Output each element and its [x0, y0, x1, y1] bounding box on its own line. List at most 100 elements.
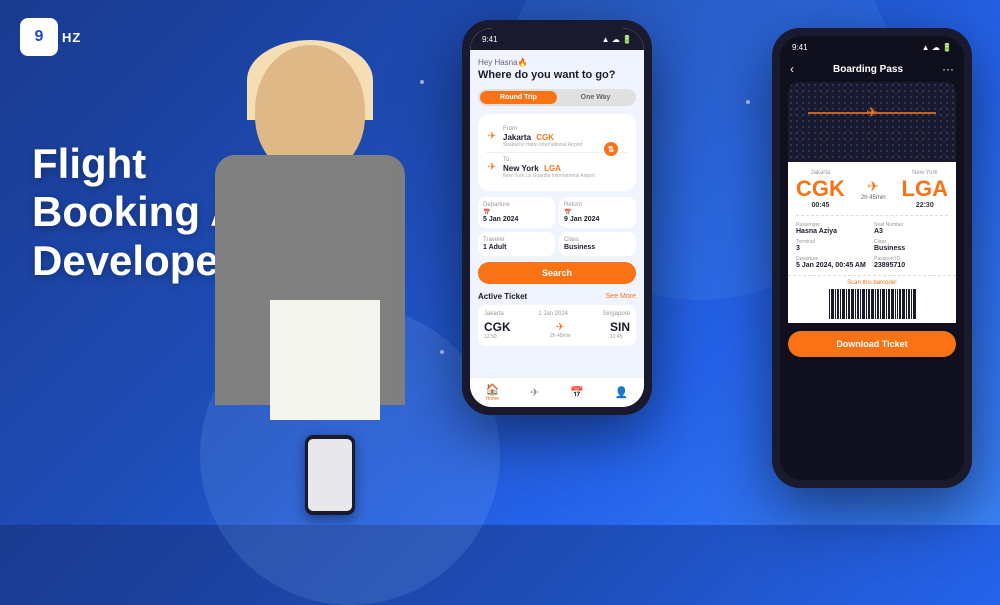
departure-date: 5 Jan 2024 — [483, 216, 550, 223]
barcode-area: Scan this barcode! — [788, 275, 956, 323]
divider-1 — [796, 215, 948, 216]
calendar-icon: 📅 — [570, 386, 584, 399]
departure-date-field[interactable]: Departure 📅 5 Jan 2024 — [478, 197, 555, 228]
flight-icon: ✈ — [530, 386, 539, 399]
ticket-plane-icon: ✈ — [515, 322, 606, 333]
nav-flights[interactable]: ✈ — [530, 386, 539, 399]
ticket-to-code: SIN — [610, 320, 630, 334]
ticket-to-city: Singapore — [603, 311, 630, 317]
one-way-btn[interactable]: One Way — [557, 91, 634, 104]
passport-value: 23895710 — [874, 262, 948, 269]
more-options-button[interactable]: ··· — [942, 62, 954, 76]
phone-search-inner: 9:41 ▲ ☁ 🔋 Hey Hasna🔥 Where do you want … — [470, 28, 644, 407]
nav-home[interactable]: 🏠 Home — [485, 383, 499, 402]
round-trip-btn[interactable]: Round Trip — [480, 91, 557, 104]
bar — [897, 289, 898, 319]
bar — [895, 289, 896, 319]
see-more-link[interactable]: See More — [606, 293, 636, 300]
world-map-bg: ✈ — [788, 82, 956, 162]
airports-row: Jakarta CGK 00:45 ✈ 2h 45min New York LG… — [796, 170, 948, 209]
traveler-value: 1 Adult — [483, 244, 550, 251]
from-plane-icon: ✈ — [486, 131, 498, 143]
bar — [868, 289, 870, 319]
phone1-time: 9:41 — [482, 35, 498, 44]
active-ticket-header: Active Ticket See More — [478, 292, 636, 301]
ticket-date: 1 Jan 2024 — [538, 311, 568, 317]
return-date-field[interactable]: Return 📅 9 Jan 2024 — [559, 197, 636, 228]
from-airport-name: Soekarno Hatto International Airport — [503, 142, 583, 148]
bar — [857, 289, 859, 319]
nav-home-label: Home — [486, 396, 499, 402]
search-question: Where do you want to go? — [478, 69, 636, 81]
star-4 — [746, 100, 750, 104]
person-phone — [305, 435, 355, 515]
return-label: Return — [564, 202, 631, 208]
bar — [835, 289, 836, 319]
active-ticket-label: Active Ticket — [478, 292, 527, 301]
map-plane-icon: ✈ — [866, 104, 878, 121]
bar — [837, 289, 839, 319]
to-label: To — [503, 157, 595, 163]
bar — [831, 289, 834, 319]
bar — [851, 289, 854, 319]
bar — [842, 289, 845, 319]
phone2-icons: ▲ ☁ 🔋 — [922, 43, 952, 52]
bar — [911, 289, 912, 319]
traveler-field[interactable]: Traveler 1 Adult — [478, 232, 555, 256]
to-city-code: New York LGA — [503, 164, 595, 173]
person-torso — [215, 155, 405, 405]
seat-detail: Seat Number A3 — [874, 222, 948, 235]
date-row: Departure 📅 5 Jan 2024 Return 📅 9 Jan 20… — [478, 197, 636, 228]
departure-label: Departure — [483, 202, 550, 208]
bottom-navigation: 🏠 Home ✈ 📅 👤 — [470, 377, 644, 407]
person-body — [195, 25, 435, 525]
flight-info-center: ✈ 2h 45min — [861, 178, 886, 201]
from-city-code: Jakarta CGK — [503, 133, 583, 142]
passport-detail: Passport ID 23895710 — [874, 256, 948, 269]
person-image — [155, 0, 475, 525]
phone-boarding-pass: 9:41 ▲ ☁ 🔋 ‹ Boarding Pass ··· ✈ Jakarta… — [772, 28, 972, 488]
bar — [866, 289, 867, 319]
bar — [848, 289, 850, 319]
home-icon: 🏠 — [485, 383, 499, 396]
nav-profile[interactable]: 👤 — [615, 386, 629, 399]
to-field: To New York LGA New York La Guardia Inte… — [503, 157, 595, 179]
ticket-from-code: CGK — [484, 320, 511, 334]
bar — [829, 289, 830, 319]
download-ticket-button[interactable]: Download Ticket — [788, 331, 956, 357]
bar — [902, 289, 905, 319]
class-field[interactable]: Class Business — [559, 232, 636, 256]
barcode-scan-label: Scan this barcode! — [788, 280, 956, 286]
map-dots — [788, 82, 956, 162]
bar — [886, 289, 887, 319]
class-value: Business — [564, 244, 631, 251]
ticket-to-time: 12:45 — [610, 334, 630, 340]
departure-icon: 📅 — [483, 209, 550, 216]
person-shirt — [270, 300, 380, 420]
search-button[interactable]: Search — [478, 262, 636, 284]
phone2-inner: 9:41 ▲ ☁ 🔋 ‹ Boarding Pass ··· ✈ Jakarta… — [780, 36, 964, 480]
mini-ticket-card[interactable]: Jakarta 1 Jan 2024 Singapore CGK 12:50 ✈… — [478, 305, 636, 346]
bar — [913, 289, 916, 319]
swap-icon[interactable]: ⇅ — [604, 142, 618, 156]
back-button[interactable]: ‹ — [790, 62, 794, 76]
to-field-row[interactable]: ✈ To New York LGA New York La Guardia In… — [486, 153, 628, 183]
phone1-content: Hey Hasna🔥 Where do you want to go? Roun… — [470, 50, 644, 407]
from-field-row[interactable]: ✈ From Jakarta CGK Soekarno Hatto Intern… — [486, 122, 628, 153]
to-plane-icon: ✈ — [486, 162, 498, 174]
to-airport-code: LGA — [902, 176, 948, 202]
ticket-duration: 2h 45min — [515, 333, 606, 339]
profile-icon: 👤 — [615, 386, 629, 399]
phone-search: 9:41 ▲ ☁ 🔋 Hey Hasna🔥 Where do you want … — [462, 20, 652, 415]
from-airport-code: CGK — [796, 176, 845, 202]
departure-detail: Departure 5 Jan 2024, 00:45 AM — [796, 256, 870, 269]
ticket-route-center: ✈ 2h 45min — [515, 322, 606, 339]
to-airport-name: New York La Guardia International Airpor… — [503, 173, 595, 179]
passenger-detail: Passenger Hasna Aziya — [796, 222, 870, 235]
return-date: 9 Jan 2024 — [564, 216, 631, 223]
trip-toggle[interactable]: Round Trip One Way — [478, 89, 636, 106]
nav-calendar[interactable]: 📅 — [570, 386, 584, 399]
person-phone-screen — [308, 439, 352, 511]
traveler-row: Traveler 1 Adult Class Business — [478, 232, 636, 256]
traveler-label: Traveler — [483, 237, 550, 243]
